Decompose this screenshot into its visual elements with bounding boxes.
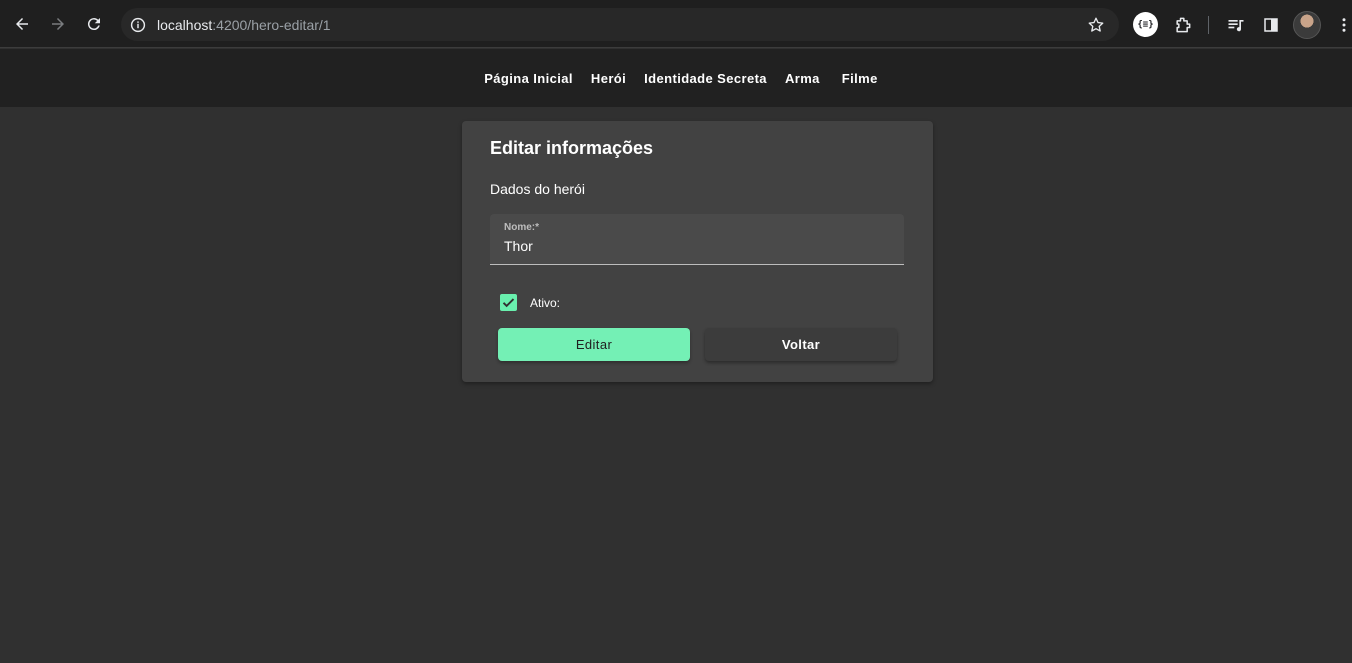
bookmark-star-icon[interactable] bbox=[1087, 16, 1105, 34]
toolbar-divider bbox=[1208, 16, 1209, 34]
url-host: localhost bbox=[157, 17, 213, 33]
url-path: :4200/hero-editar/1 bbox=[212, 17, 331, 33]
side-panel-icon[interactable] bbox=[1259, 13, 1283, 37]
name-field[interactable]: Nome:* bbox=[490, 214, 904, 265]
name-field-label: Nome:* bbox=[504, 222, 540, 233]
menu-item-heroi[interactable]: Herói bbox=[582, 65, 635, 92]
card-subtitle: Dados do herói bbox=[490, 181, 585, 197]
json-viewer-extension-icon[interactable]: {≡} bbox=[1133, 12, 1158, 37]
menu-item-identidade-secreta[interactable]: Identidade Secreta bbox=[635, 65, 776, 92]
profile-avatar[interactable] bbox=[1293, 11, 1321, 39]
site-info-icon[interactable] bbox=[129, 16, 147, 34]
active-checkbox-label: Ativo: bbox=[530, 295, 561, 310]
card-title: Editar informações bbox=[490, 138, 654, 158]
menu-item-filme[interactable]: Filme bbox=[833, 65, 887, 92]
address-bar[interactable]: localhost:4200/hero-editar/1 bbox=[121, 8, 1119, 41]
name-input[interactable] bbox=[504, 238, 884, 254]
media-queue-icon[interactable] bbox=[1224, 13, 1248, 37]
forward-arrow-icon[interactable] bbox=[46, 12, 70, 36]
reload-icon[interactable] bbox=[82, 12, 106, 36]
active-checkbox-row[interactable]: Ativo: bbox=[500, 294, 560, 311]
menu-item-pagina-inicial[interactable]: Página Inicial bbox=[475, 65, 582, 92]
menu-item-arma[interactable]: Arma bbox=[776, 65, 833, 92]
back-button[interactable]: Voltar bbox=[705, 328, 897, 361]
edit-hero-card: Editar informações Dados do herói Nome:*… bbox=[462, 121, 933, 382]
checkmark-icon bbox=[502, 298, 515, 308]
active-checkbox[interactable] bbox=[500, 294, 517, 311]
url-text: localhost:4200/hero-editar/1 bbox=[157, 17, 331, 33]
extensions-puzzle-icon[interactable] bbox=[1171, 13, 1195, 37]
back-arrow-icon[interactable] bbox=[10, 12, 34, 36]
more-menu-icon[interactable] bbox=[1332, 13, 1352, 37]
edit-button[interactable]: Editar bbox=[498, 328, 690, 361]
browser-toolbar: localhost:4200/hero-editar/1 {≡} bbox=[0, 0, 1352, 48]
app-toolbar: Página Inicial Herói Identidade Secreta … bbox=[0, 49, 1352, 107]
main-menu: Página Inicial Herói Identidade Secreta … bbox=[475, 65, 887, 92]
